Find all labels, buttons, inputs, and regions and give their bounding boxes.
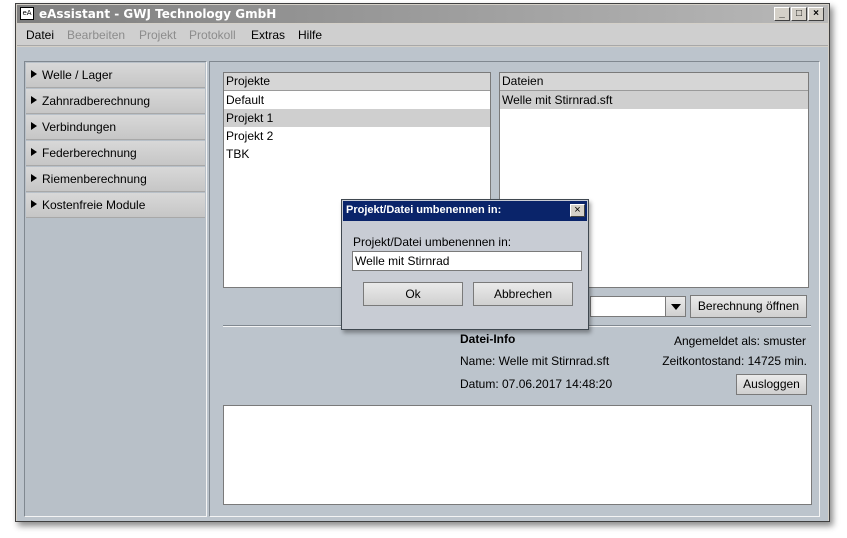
triangle-right-icon (31, 70, 37, 78)
triangle-right-icon (31, 96, 37, 104)
menubar: Datei Bearbeiten Projekt Protokoll Extra… (17, 24, 828, 46)
list-item-selected[interactable]: Welle mit Stirnrad.sft (500, 91, 808, 109)
sidebar-item-riemenberechnung[interactable]: Riemenberechnung (26, 167, 205, 192)
dialog-titlebar[interactable]: Projekt/Datei umbenennen in: × (343, 201, 587, 221)
chevron-down-icon (671, 304, 681, 310)
rename-label: Projekt/Datei umbenennen in: (353, 235, 512, 249)
file-date-info: Datum: 07.06.2017 14:48:20 (460, 377, 613, 391)
dropdown-arrow-button[interactable] (665, 297, 685, 316)
logout-button[interactable]: Ausloggen (736, 374, 807, 395)
ok-button[interactable]: Ok (363, 282, 463, 306)
cancel-button[interactable]: Abbrechen (473, 282, 573, 306)
menu-extras[interactable]: Extras (251, 28, 285, 42)
output-area[interactable] (223, 405, 812, 505)
triangle-right-icon (31, 174, 37, 182)
list-item[interactable]: TBK (224, 145, 490, 163)
sidebar-item-label: Riemenberechnung (42, 172, 147, 186)
sidebar: Welle / Lager Zahnradberechnung Verbindu… (24, 61, 207, 517)
sidebar-item-kostenfreie-module[interactable]: Kostenfreie Module (26, 193, 205, 218)
sidebar-item-label: Welle / Lager (42, 68, 113, 82)
projects-header: Projekte (224, 73, 490, 91)
window-title: eAssistant - GWJ Technology GmbH (39, 7, 277, 21)
sidebar-item-zahnradberechnung[interactable]: Zahnradberechnung (26, 89, 205, 114)
sidebar-item-label: Verbindungen (42, 120, 117, 134)
list-item[interactable]: Default (224, 91, 490, 109)
menu-bearbeiten[interactable]: Bearbeiten (67, 28, 125, 42)
time-balance: Zeitkontostand: 14725 min. (662, 354, 807, 368)
file-name-info: Name: Welle mit Stirnrad.sft (460, 354, 610, 368)
sidebar-item-welle-lager[interactable]: Welle / Lager (26, 63, 205, 88)
sidebar-item-verbindungen[interactable]: Verbindungen (26, 115, 205, 140)
menu-datei[interactable]: Datei (26, 28, 54, 42)
files-header: Dateien (500, 73, 808, 91)
list-item-selected[interactable]: Projekt 1 (224, 109, 490, 127)
file-info-title: Datei-Info (460, 332, 516, 346)
maximize-button[interactable]: □ (791, 7, 807, 21)
sidebar-item-federberechnung[interactable]: Federberechnung (26, 141, 205, 166)
open-calculation-button[interactable]: Berechnung öffnen (690, 295, 807, 318)
menu-projekt[interactable]: Projekt (139, 28, 176, 42)
sidebar-item-label: Zahnradberechnung (42, 94, 151, 108)
triangle-right-icon (31, 148, 37, 156)
menu-hilfe[interactable]: Hilfe (298, 28, 322, 42)
rename-dialog: Projekt/Datei umbenennen in: × Projekt/D… (341, 199, 589, 330)
triangle-right-icon (31, 122, 37, 130)
sidebar-item-label: Federberechnung (42, 146, 137, 160)
dialog-close-button[interactable]: × (570, 204, 585, 217)
sidebar-item-label: Kostenfreie Module (42, 198, 146, 212)
minimize-button[interactable]: _ (774, 7, 790, 21)
dialog-title: Projekt/Datei umbenennen in: (346, 204, 502, 216)
logged-in-as: Angemeldet als: smuster (673, 334, 806, 348)
close-button[interactable]: × (808, 7, 824, 21)
rename-input[interactable] (352, 251, 582, 271)
window-titlebar[interactable]: eA eAssistant - GWJ Technology GmbH _ □ … (17, 5, 828, 23)
menu-protokoll[interactable]: Protokoll (189, 28, 236, 42)
app-icon[interactable]: eA (20, 7, 34, 20)
triangle-right-icon (31, 200, 37, 208)
list-item[interactable]: Projekt 2 (224, 127, 490, 145)
